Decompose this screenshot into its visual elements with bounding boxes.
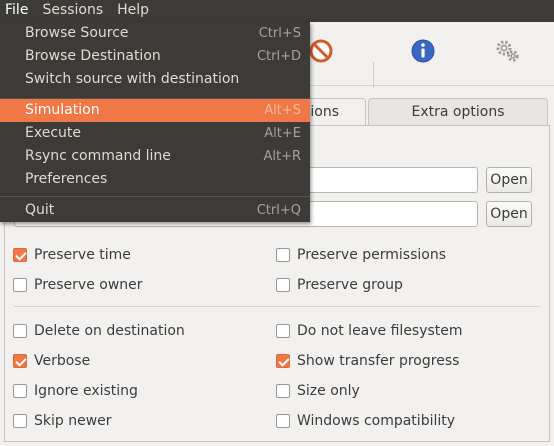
open-source-button[interactable]: Open [486, 167, 532, 193]
windows-compatibility-checkbox[interactable] [276, 414, 290, 428]
do-not-leave-filesystem-checkbox[interactable] [276, 324, 290, 338]
preserve-owner-label: Preserve owner [34, 277, 143, 293]
ignore-existing-option[interactable]: Ignore existing [13, 380, 138, 402]
gears-icon[interactable] [492, 36, 522, 66]
menu-item-quit[interactable]: Quit Ctrl+Q [0, 199, 310, 222]
menu-item-label: Rsync command line [25, 148, 171, 164]
menu-item-label: Quit [25, 202, 55, 218]
preserve-group-checkbox[interactable] [276, 278, 290, 292]
file-menu-dropdown: Browse Source Ctrl+S Browse Destination … [0, 22, 310, 222]
preserve-owner-option[interactable]: Preserve owner [13, 274, 143, 296]
do-not-leave-filesystem-option[interactable]: Do not leave filesystem [276, 320, 463, 342]
menu-file[interactable]: File [0, 0, 35, 22]
show-transfer-progress-checkbox[interactable] [276, 354, 290, 368]
menu-item-label: Browse Destination [25, 48, 161, 64]
menu-item-accel: Alt+R [263, 149, 301, 164]
menu-item-rsync-command-line[interactable]: Rsync command line Alt+R [0, 145, 310, 168]
toolbar-separator [373, 62, 374, 88]
menu-item-accel: Alt+S [264, 103, 301, 118]
ignore-existing-label: Ignore existing [34, 383, 138, 399]
verbose-checkbox[interactable] [13, 354, 27, 368]
show-transfer-progress-option[interactable]: Show transfer progress [276, 350, 459, 372]
stop-icon[interactable] [306, 36, 336, 66]
windows-compatibility-label: Windows compatibility [297, 413, 456, 429]
tab-extra-options[interactable]: Extra options [368, 98, 548, 126]
menu-item-preferences[interactable]: Preferences [0, 168, 310, 191]
preserve-permissions-label: Preserve permissions [297, 247, 447, 263]
open-destination-button[interactable]: Open [486, 201, 532, 227]
size-only-label: Size only [297, 383, 360, 399]
menu-item-label: Simulation [25, 102, 100, 118]
menu-item-accel: Ctrl+D [256, 49, 301, 64]
size-only-checkbox[interactable] [276, 384, 290, 398]
menu-item-label: Execute [25, 125, 81, 141]
menu-item-label: Browse Source [25, 25, 129, 41]
verbose-option[interactable]: Verbose [13, 350, 90, 372]
preserve-permissions-option[interactable]: Preserve permissions [276, 244, 446, 266]
preserve-permissions-checkbox[interactable] [276, 248, 290, 262]
ignore-existing-checkbox[interactable] [13, 384, 27, 398]
menu-item-browse-source[interactable]: Browse Source Ctrl+S [0, 22, 310, 45]
menu-item-accel: Ctrl+S [258, 26, 301, 41]
menu-item-label: Preferences [25, 171, 108, 187]
preserve-time-label: Preserve time [34, 247, 131, 263]
preserve-owner-checkbox[interactable] [13, 278, 27, 292]
menubar: File Sessions Help [0, 0, 554, 22]
menu-item-switch-source-destination[interactable]: Switch source with destination [0, 68, 310, 91]
tab-extra-options-label: Extra options [411, 104, 505, 120]
preserve-time-option[interactable]: Preserve time [13, 244, 131, 266]
menu-item-accel: Ctrl+Q [256, 203, 301, 218]
do-not-leave-filesystem-label: Do not leave filesystem [297, 323, 463, 339]
skip-newer-label: Skip newer [34, 413, 112, 429]
verbose-label: Verbose [34, 353, 91, 369]
skip-newer-checkbox[interactable] [13, 414, 27, 428]
show-transfer-progress-label: Show transfer progress [297, 353, 460, 369]
menu-item-execute[interactable]: Execute Alt+E [0, 122, 310, 145]
menu-sessions[interactable]: Sessions [35, 0, 110, 22]
options-divider [14, 306, 540, 307]
delete-on-destination-label: Delete on destination [34, 323, 185, 339]
menu-separator [0, 196, 310, 197]
menu-item-label: Switch source with destination [25, 71, 240, 87]
delete-on-destination-option[interactable]: Delete on destination [13, 320, 185, 342]
menu-item-browse-destination[interactable]: Browse Destination Ctrl+D [0, 45, 310, 68]
preserve-group-option[interactable]: Preserve group [276, 274, 403, 296]
menu-item-accel: Alt+E [264, 126, 301, 141]
menu-help[interactable]: Help [110, 0, 156, 22]
preserve-time-checkbox[interactable] [13, 248, 27, 262]
menu-item-simulation[interactable]: Simulation Alt+S [0, 99, 310, 122]
windows-compatibility-option[interactable]: Windows compatibility [276, 410, 455, 432]
delete-on-destination-checkbox[interactable] [13, 324, 27, 338]
skip-newer-option[interactable]: Skip newer [13, 410, 112, 432]
size-only-option[interactable]: Size only [276, 380, 360, 402]
info-icon[interactable] [408, 36, 438, 66]
preserve-group-label: Preserve group [297, 277, 403, 293]
